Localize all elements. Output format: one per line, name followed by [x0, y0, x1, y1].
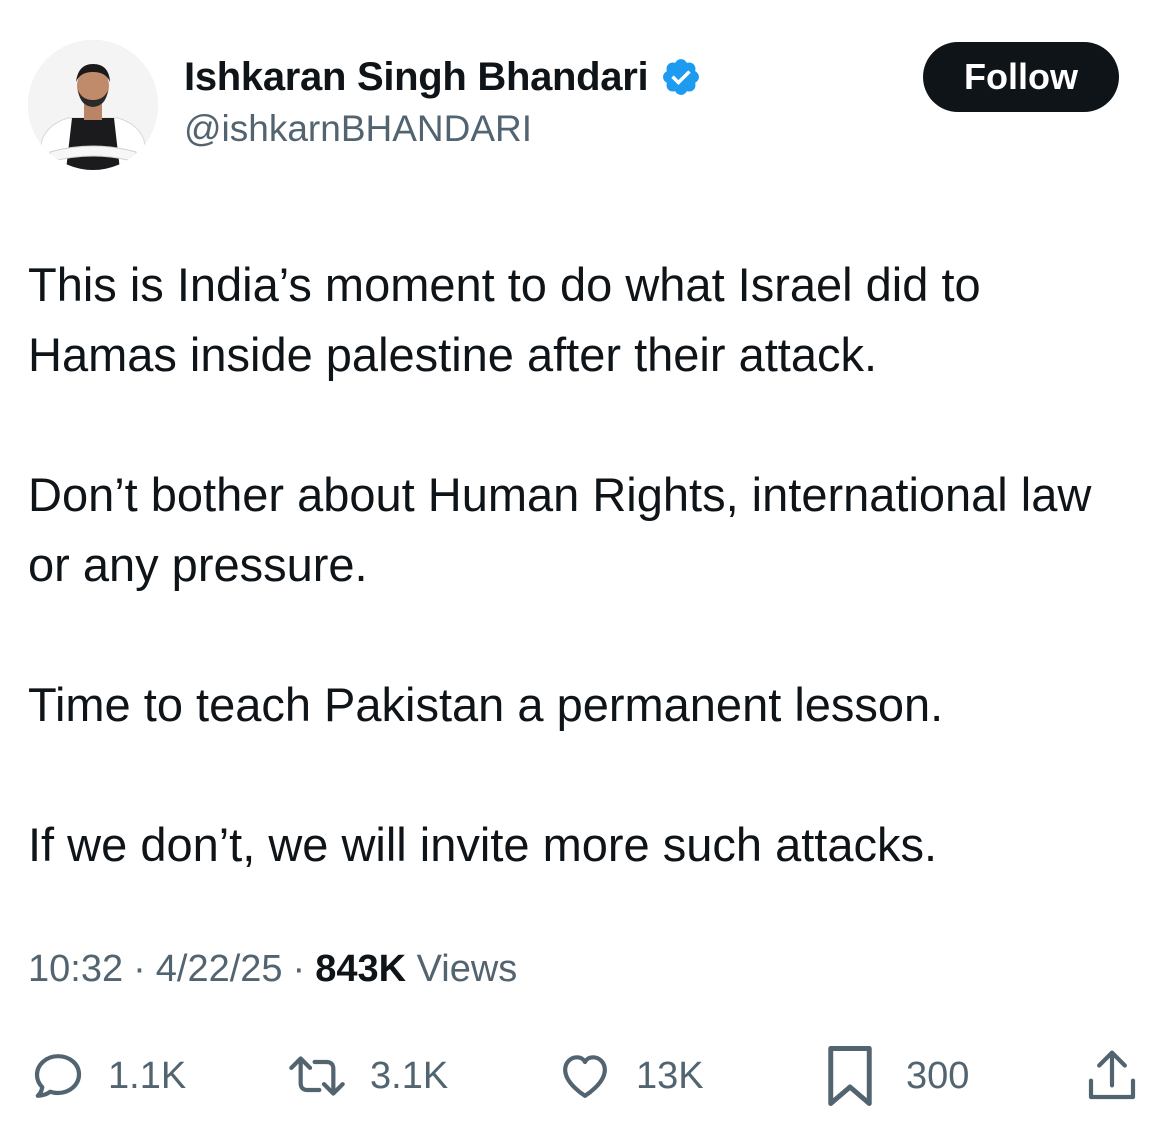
- heart-icon: [563, 1055, 607, 1098]
- tweet-card: Ishkaran Singh Bhandari @ishkarnBHANDARI…: [0, 0, 1170, 1133]
- meta-separator: ·: [133, 948, 146, 990]
- repost-icon: [289, 1056, 345, 1096]
- repost-count: 3.1K: [370, 1054, 449, 1097]
- verified-badge-icon: [660, 56, 702, 98]
- reply-button[interactable]: 1.1K: [30, 1040, 186, 1112]
- share-icon: [1088, 1050, 1136, 1100]
- repost-button[interactable]: 3.1K: [286, 1040, 448, 1112]
- author-name-row: Ishkaran Singh Bhandari: [184, 52, 702, 102]
- tweet-time[interactable]: 10:32: [28, 948, 123, 991]
- share-button[interactable]: [1084, 1040, 1140, 1112]
- avatar-image: [28, 40, 158, 170]
- author-display-name[interactable]: Ishkaran Singh Bhandari: [184, 55, 649, 100]
- tweet-paragraph: Don’t bother about Human Rights, interna…: [28, 468, 1092, 591]
- author-handle[interactable]: @ishkarnBHANDARI: [184, 108, 532, 150]
- meta-separator: ·: [292, 948, 306, 990]
- reply-count: 1.1K: [108, 1054, 187, 1097]
- action-bar: 1.1K 3.1K 13K 300: [0, 1040, 1170, 1120]
- views-label: Views: [416, 948, 518, 990]
- tweet-paragraph: This is India’s moment to do what Israel…: [28, 258, 981, 381]
- bookmark-icon: [828, 1046, 872, 1106]
- tweet-meta: 10:32 · 4/22/25 · 843K Views: [28, 948, 517, 991]
- like-count: 13K: [636, 1054, 704, 1097]
- avatar[interactable]: [28, 40, 158, 170]
- tweet-date[interactable]: 4/22/25: [156, 948, 283, 991]
- bookmark-button[interactable]: 300: [822, 1040, 969, 1112]
- tweet-text: This is India’s moment to do what Israel…: [28, 250, 1138, 880]
- tweet-paragraph: Time to teach Pakistan a permanent lesso…: [28, 678, 944, 731]
- like-button[interactable]: 13K: [556, 1040, 704, 1112]
- bookmark-count: 300: [906, 1054, 970, 1097]
- tweet-paragraph: If we don’t, we will invite more such at…: [28, 818, 938, 871]
- views-count: 843K: [315, 948, 407, 990]
- reply-icon: [34, 1054, 82, 1098]
- follow-button[interactable]: Follow: [923, 42, 1119, 112]
